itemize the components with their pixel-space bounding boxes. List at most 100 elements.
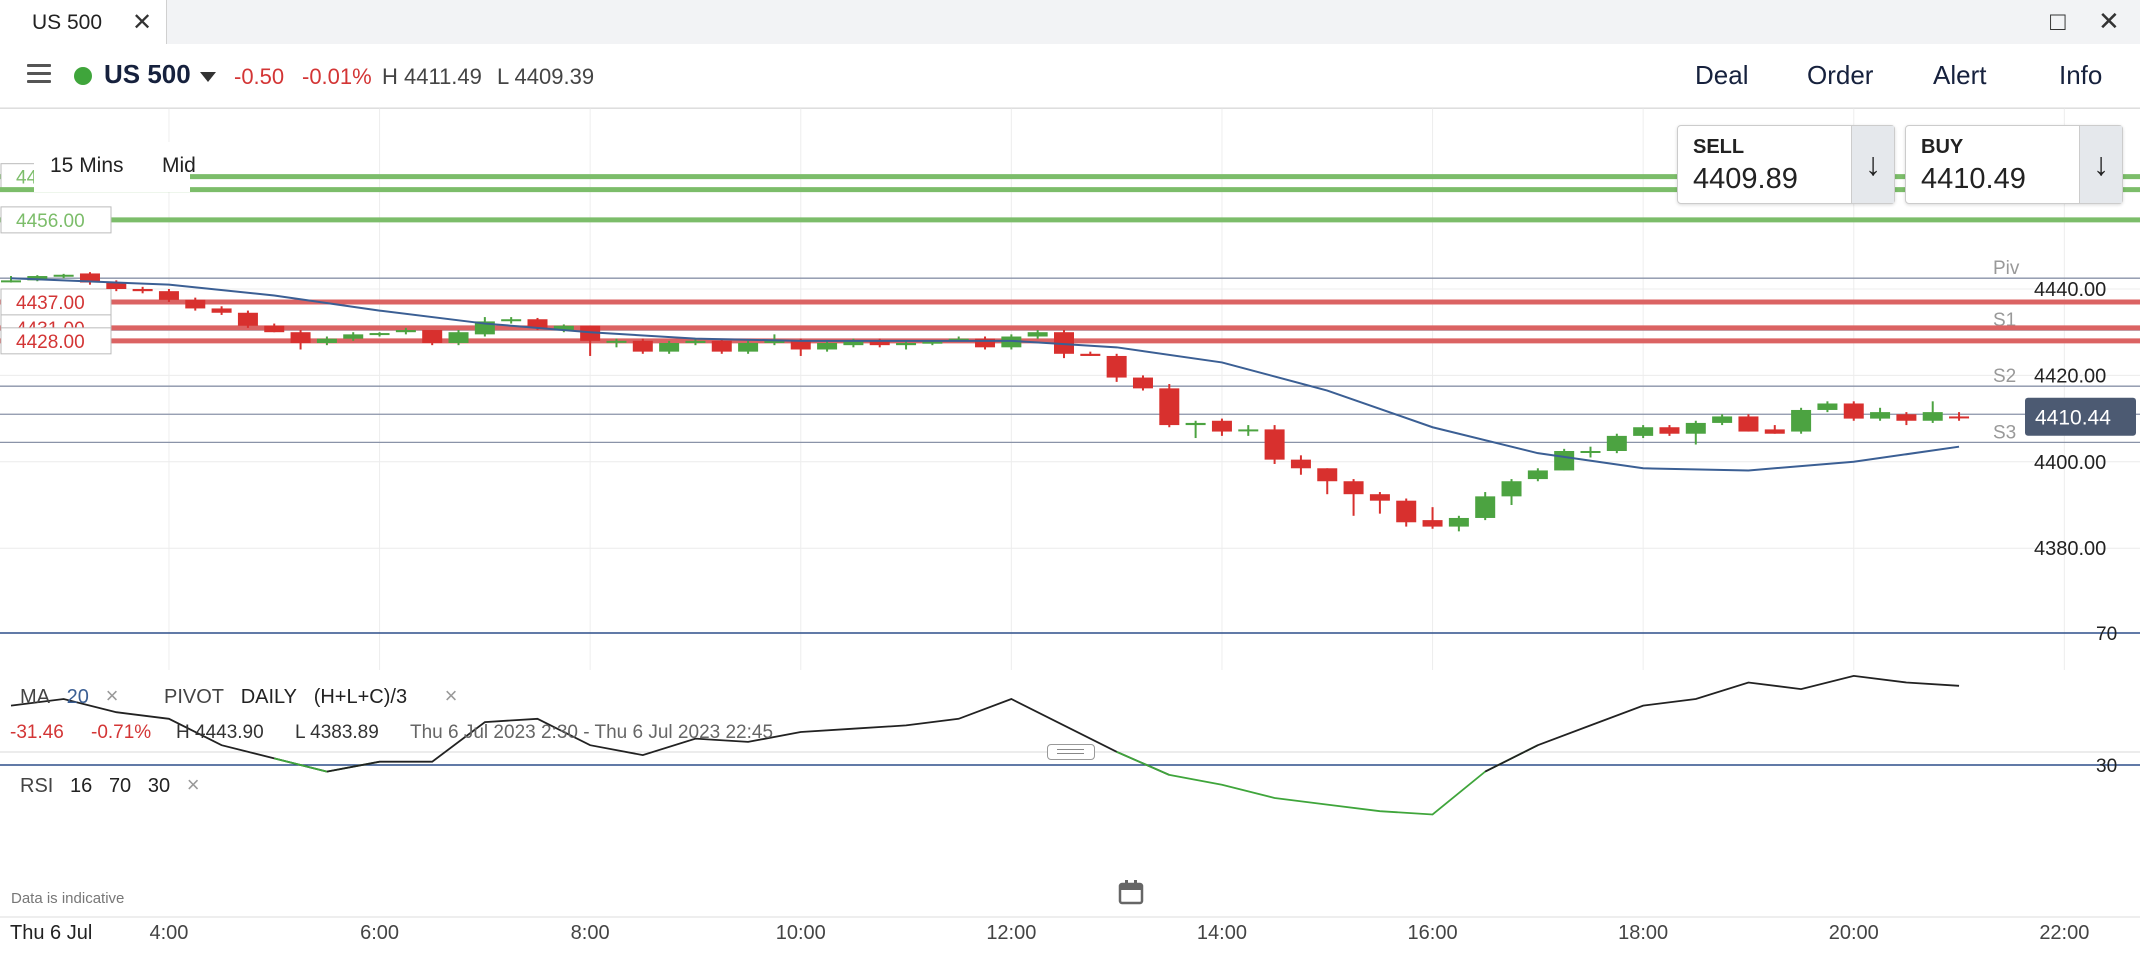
candle-body[interactable] [1896, 414, 1917, 421]
pivot-period[interactable]: DAILY [241, 686, 297, 708]
red-level-label: 4437.00 [16, 293, 85, 314]
remove-rsi-icon[interactable]: × [187, 772, 200, 797]
rsi-period[interactable]: 16 [70, 775, 92, 797]
candle-body[interactable] [1106, 355, 1127, 378]
price-type-selector[interactable]: Mid [162, 154, 196, 178]
rsi-upper[interactable]: 70 [109, 775, 131, 797]
x-axis-label: 8:00 [571, 922, 610, 944]
candle-body[interactable] [1, 280, 21, 283]
candle-body[interactable] [1185, 422, 1206, 426]
x-axis-label: 12:00 [986, 922, 1036, 944]
x-axis-label: 22:00 [2039, 922, 2089, 944]
candle-body[interactable] [369, 333, 390, 336]
rsi-level-label: 30 [2096, 756, 2117, 777]
ma-label[interactable]: MA [20, 686, 50, 708]
candle-body[interactable] [1422, 520, 1443, 527]
candle-body[interactable] [1396, 500, 1417, 523]
candle-body[interactable] [1817, 403, 1838, 410]
candle-body[interactable] [1369, 494, 1390, 501]
candle-body[interactable] [1791, 409, 1812, 432]
candle-body[interactable] [711, 340, 732, 352]
candle-body[interactable] [1870, 412, 1891, 419]
candle-body[interactable] [1922, 412, 1943, 421]
buy-label: BUY [1921, 136, 1964, 158]
panel-resize-handle[interactable] [1047, 744, 1095, 760]
candle-body[interactable] [1290, 459, 1311, 469]
candle-body[interactable] [1949, 416, 1970, 419]
candle-body[interactable] [922, 341, 943, 344]
candle-body[interactable] [685, 340, 706, 343]
candle-body[interactable] [606, 340, 627, 343]
x-axis-label: 4:00 [149, 922, 188, 944]
range-low: L 4383.89 [295, 722, 379, 743]
candle-body[interactable] [1343, 481, 1364, 495]
candle-body[interactable] [132, 289, 153, 292]
arrow-down-icon[interactable]: ↓ [2079, 126, 2122, 203]
candle-body[interactable] [1764, 429, 1785, 434]
candle-body[interactable] [448, 332, 469, 343]
arrow-down-icon[interactable]: ↓ [1851, 126, 1894, 203]
candle-body[interactable] [422, 330, 443, 343]
candle-body[interactable] [1712, 416, 1733, 423]
candle-body[interactable] [659, 343, 680, 352]
candle-body[interactable] [1211, 420, 1232, 432]
candle-body[interactable] [237, 312, 258, 326]
candle-body[interactable] [1527, 470, 1548, 480]
current-price-label: 4410.44 [2035, 407, 2111, 430]
x-date-label: Thu 6 Jul [10, 922, 92, 944]
x-axis-label: 16:00 [1408, 922, 1458, 944]
interval-selector[interactable]: 15 Mins [50, 154, 124, 178]
candle-body[interactable] [290, 332, 311, 343]
pivot-formula[interactable]: (H+L+C)/3 [314, 686, 407, 708]
candle-body[interactable] [1580, 451, 1601, 453]
candle-body[interactable] [1317, 468, 1338, 482]
candle-body[interactable] [1659, 427, 1680, 434]
candle-body[interactable] [316, 338, 337, 343]
candle-body[interactable] [790, 340, 811, 350]
candle-body[interactable] [264, 325, 285, 333]
candle-body[interactable] [1606, 435, 1627, 451]
candle-body[interactable] [1843, 403, 1864, 419]
indicator-legend: MA 20 × PIVOT DAILY (H+L+C)/3 × [20, 683, 458, 709]
candle-body[interactable] [1132, 377, 1153, 389]
y-axis-label: 4380.00 [2034, 538, 2106, 560]
candle-body[interactable] [53, 274, 74, 277]
candle-body[interactable] [1027, 332, 1048, 337]
candle-body[interactable] [158, 291, 179, 300]
candle-body[interactable] [1475, 496, 1496, 518]
rsi-lower[interactable]: 30 [148, 775, 170, 797]
x-axis-label: 18:00 [1618, 922, 1668, 944]
candle-body[interactable] [1159, 388, 1180, 426]
rsi-line [1116, 744, 1539, 816]
buy-quote-button[interactable]: BUY 4410.49 ↓ [1905, 125, 2123, 204]
candle-body[interactable] [1633, 427, 1654, 436]
candle-body[interactable] [1738, 416, 1759, 432]
candle-body[interactable] [1501, 481, 1522, 497]
candle-body[interactable] [1264, 429, 1285, 460]
ma-period[interactable]: 20 [67, 686, 89, 708]
candle-body[interactable] [501, 319, 522, 322]
candle-body[interactable] [738, 343, 759, 352]
rsi-level-label: 70 [2096, 624, 2117, 645]
sell-quote-button[interactable]: SELL 4409.89 ↓ [1677, 125, 1895, 204]
candle-body[interactable] [896, 343, 917, 346]
remove-ma-icon[interactable]: × [106, 683, 119, 708]
candle-body[interactable] [211, 308, 232, 313]
candle-body[interactable] [343, 334, 364, 339]
candle-body[interactable] [395, 330, 416, 333]
candle-body[interactable] [632, 340, 653, 352]
sell-label: SELL [1693, 136, 1745, 158]
calendar-icon[interactable] [1117, 878, 1145, 906]
rsi-label[interactable]: RSI [20, 775, 53, 797]
candle-body[interactable] [1080, 353, 1101, 356]
candle-body[interactable] [1685, 422, 1706, 434]
candle-body[interactable] [1554, 451, 1575, 471]
candle-body[interactable] [1448, 517, 1469, 527]
candle-body[interactable] [185, 299, 206, 309]
remove-pivot-icon[interactable]: × [445, 683, 458, 708]
pivot-label[interactable]: PIVOT [164, 686, 224, 708]
data-indicative-note: Data is indicative [11, 890, 125, 907]
pivot-label: Piv [1993, 258, 2020, 279]
candle-body[interactable] [817, 343, 838, 350]
candle-body[interactable] [1238, 429, 1259, 432]
